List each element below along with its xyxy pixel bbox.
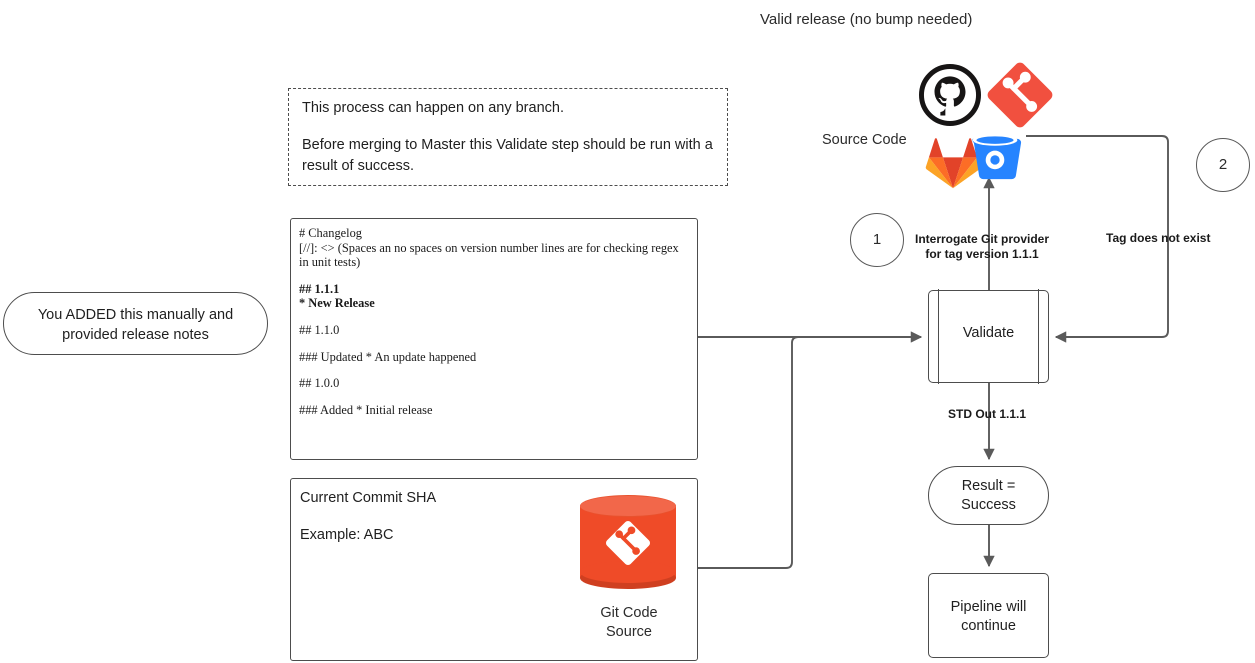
callout-line-1: You ADDED this manually and: [37, 307, 234, 323]
git-database-label-line-2: Source: [606, 624, 652, 640]
manual-edit-callout-text: You ADDED this manually and provided rel…: [4, 305, 267, 345]
commit-sha-example: Example: ABC: [300, 527, 394, 543]
process-note: This process can happen on any branch. B…: [288, 88, 728, 186]
wire-sha-out: [698, 336, 799, 569]
page-title: Valid release (no bump needed): [760, 11, 973, 28]
result-label-line-2: Success: [961, 497, 1016, 513]
process-note-line-1: This process can happen on any branch.: [302, 100, 564, 116]
github-icon: [919, 64, 981, 126]
changelog-entry: ## 1.1.1 * New Release: [299, 282, 691, 311]
diagram-canvas: Valid release (no bump needed) This proc…: [0, 0, 1255, 663]
git-icon: [987, 62, 1053, 128]
edge-label-interrogate-line-2: for tag version 1.1.1: [925, 247, 1039, 261]
changelog-entry-version: ### Added * Initial release: [299, 402, 433, 417]
process-note-line-2: Before merging to Master this Validate s…: [302, 137, 713, 174]
changelog-entry: ## 1.1.0: [299, 323, 691, 338]
changelog-text: # Changelog [//]: <> (Spaces an no space…: [299, 226, 691, 417]
changelog-entry-detail: * New Release: [299, 296, 375, 311]
pipeline-node: Pipeline will continue: [928, 573, 1049, 658]
changelog-entry: ### Added * Initial release: [299, 403, 691, 418]
changelog-header: # Changelog [//]: <> (Spaces an no space…: [299, 226, 691, 270]
changelog-entry-version: ## 1.1.1: [299, 281, 340, 296]
result-node: Result = Success: [928, 466, 1049, 525]
bitbucket-icon: [972, 134, 1022, 180]
commit-sha-title: Current Commit SHA: [300, 490, 437, 506]
changelog-entry-version: ## 1.0.0: [299, 376, 340, 391]
validate-node: Validate: [928, 289, 1049, 384]
source-code-label: Source Code: [822, 132, 907, 148]
pipeline-label: Pipeline will continue: [929, 598, 1048, 636]
changelog-entry-version: ## 1.1.0: [299, 322, 340, 337]
pipeline-label-line-2: continue: [961, 618, 1016, 634]
validate-label: Validate: [962, 325, 1015, 341]
changelog-comment: [//]: <> (Spaces an no spaces on version…: [299, 240, 679, 270]
changelog-entry-version: ### Updated * An update happened: [299, 349, 477, 364]
callout-line-2: provided release notes: [62, 327, 209, 343]
changelog-box: # Changelog [//]: <> (Spaces an no space…: [290, 218, 698, 460]
changelog-heading: # Changelog: [299, 226, 362, 240]
git-database-icon: [580, 495, 676, 589]
step-marker-1: 1: [850, 213, 904, 267]
edge-label-interrogate: Interrogate Git provider for tag version…: [915, 232, 1049, 262]
process-note-text: This process can happen on any branch. B…: [302, 98, 716, 177]
result-label-line-1: Result =: [961, 478, 1016, 494]
edge-label-interrogate-line-1: Interrogate Git provider: [915, 232, 1050, 246]
result-label: Result = Success: [929, 477, 1048, 515]
pipeline-label-line-1: Pipeline will: [950, 599, 1027, 615]
edge-label-std-out: STD Out 1.1.1: [948, 407, 1027, 421]
changelog-entry: ### Updated * An update happened: [299, 350, 691, 365]
manual-edit-callout: You ADDED this manually and provided rel…: [3, 292, 268, 355]
git-database-label: Git Code Source: [565, 604, 693, 642]
edge-label-tag-does-not-exist: Tag does not exist: [1106, 231, 1211, 245]
git-database-label-line-1: Git Code: [600, 605, 658, 621]
step-marker-2: 2: [1196, 138, 1250, 192]
changelog-entry: ## 1.0.0: [299, 376, 691, 391]
